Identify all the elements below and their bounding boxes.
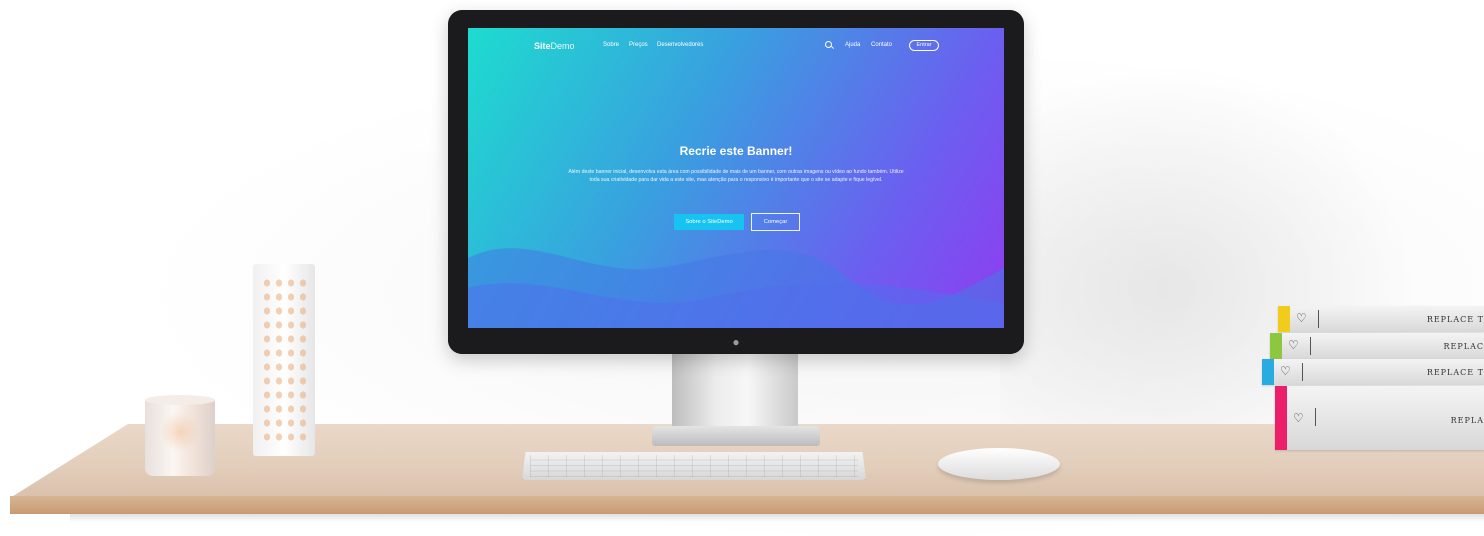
nav-link-ajuda[interactable]: Ajuda xyxy=(845,42,860,48)
book-2: ♡ REPLAC xyxy=(1270,333,1484,359)
about-button[interactable]: Sobre o SiteDemo xyxy=(674,214,744,230)
search-icon[interactable] xyxy=(825,41,832,48)
site-logo[interactable]: SiteDemo xyxy=(534,41,575,51)
keyboard-keys xyxy=(530,455,858,477)
book-title: REPLAC xyxy=(1443,342,1484,351)
book-title: REPLA xyxy=(1450,416,1484,425)
book-1: ♡ REPLACE T xyxy=(1278,306,1484,332)
book-3: ♡ REPLACE T xyxy=(1262,359,1484,385)
keyboard xyxy=(522,452,866,480)
mouse xyxy=(938,448,1060,480)
lantern-pattern xyxy=(261,276,307,444)
monitor-screen: SiteDemo Sobre Preços Desenvolvedores Aj… xyxy=(468,28,1004,328)
book-divider xyxy=(1318,310,1319,328)
candle-rim xyxy=(145,395,215,405)
lantern xyxy=(253,264,315,456)
heart-icon: ♡ xyxy=(1288,338,1299,352)
nav-link-desenvolvedores[interactable]: Desenvolvedores xyxy=(657,42,703,48)
book-divider xyxy=(1315,408,1316,426)
heart-icon: ♡ xyxy=(1296,311,1307,325)
start-button[interactable]: Começar xyxy=(751,213,800,231)
desk-shadow xyxy=(70,514,1484,522)
book-band xyxy=(1275,386,1287,450)
nav-link-precos[interactable]: Preços xyxy=(629,42,648,48)
heart-icon: ♡ xyxy=(1280,364,1291,378)
heart-icon: ♡ xyxy=(1293,411,1304,425)
book-band xyxy=(1262,359,1274,385)
logo-bold-text: Site xyxy=(534,41,551,51)
book-band xyxy=(1270,333,1282,359)
banner-description: Além deste banner inicial, desenvolva es… xyxy=(568,169,904,184)
monitor-stand-base xyxy=(652,426,820,446)
book-title: REPLACE T xyxy=(1426,315,1484,324)
candle-glow xyxy=(160,412,200,452)
book-divider xyxy=(1302,363,1303,381)
book-title: REPLACE T xyxy=(1426,368,1484,377)
monitor-stand xyxy=(672,354,798,428)
nav-link-sobre[interactable]: Sobre xyxy=(603,42,619,48)
apple-logo-icon: ● xyxy=(732,335,740,349)
enter-button[interactable]: Entrar xyxy=(909,40,939,51)
banner-title: Recrie este Banner! xyxy=(679,144,793,158)
book-band xyxy=(1278,306,1290,332)
nav-link-contato[interactable]: Contato xyxy=(871,42,892,48)
desk-edge xyxy=(10,496,1484,514)
site-navbar: SiteDemo Sobre Preços Desenvolvedores Aj… xyxy=(468,28,1004,62)
logo-light-text: Demo xyxy=(550,41,575,51)
book-divider xyxy=(1310,337,1311,355)
book-4: ♡ REPLA xyxy=(1275,386,1484,450)
